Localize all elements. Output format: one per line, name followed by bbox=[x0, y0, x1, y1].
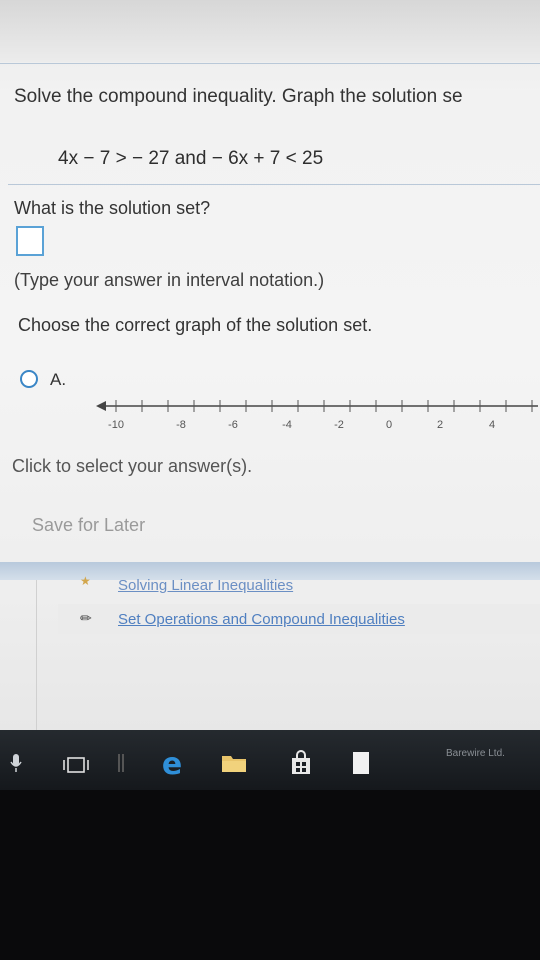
click-to-select-hint: Click to select your answer(s). bbox=[12, 456, 253, 476]
tick-label: -10 bbox=[108, 419, 124, 431]
tick-label: 4 bbox=[489, 419, 495, 431]
tick-label: -2 bbox=[334, 419, 344, 431]
related-link-set-operations[interactable]: Set Operations and Compound Inequalities bbox=[118, 611, 405, 628]
pencil-icon: ✏ bbox=[80, 610, 92, 626]
solution-set-prompt: What is the solution set? bbox=[14, 198, 211, 218]
svg-text:e: e bbox=[162, 748, 182, 778]
graph-prompt: Choose the correct graph of the solution… bbox=[18, 315, 373, 335]
tick-label: 0 bbox=[386, 419, 392, 431]
tick-label: -6 bbox=[228, 419, 238, 431]
answer-input[interactable] bbox=[16, 226, 44, 256]
screen-bezel bbox=[0, 790, 540, 960]
related-link-solving-linear-inequalities[interactable]: Solving Linear Inequalities bbox=[118, 577, 293, 594]
edge-browser-icon[interactable]: e bbox=[155, 748, 189, 778]
answer-format-hint: (Type your answer in interval notation.) bbox=[14, 270, 325, 290]
tick-label: 2 bbox=[437, 419, 443, 431]
document-app-icon[interactable] bbox=[350, 750, 372, 776]
divider bbox=[36, 580, 37, 730]
taskbar-watermark: Barewire Ltd. bbox=[446, 748, 505, 759]
tick-labels: -10 -8 -6 -4 -2 0 2 4 bbox=[108, 419, 495, 431]
save-for-later-button[interactable]: Save for Later bbox=[20, 506, 200, 544]
store-icon[interactable] bbox=[288, 750, 314, 776]
divider bbox=[8, 184, 540, 185]
microphone-icon[interactable] bbox=[8, 752, 24, 774]
arrow-left-icon bbox=[96, 401, 106, 411]
page-header-area bbox=[0, 0, 540, 62]
divider bbox=[0, 63, 540, 64]
task-view-icon[interactable] bbox=[62, 756, 90, 774]
inequality-equation: 4x − 7 > − 27 and − 6x + 7 < 25 bbox=[58, 148, 324, 169]
option-a-radio[interactable] bbox=[20, 370, 38, 388]
option-a-label: A. bbox=[50, 370, 67, 389]
tick-label: -4 bbox=[282, 419, 292, 431]
file-explorer-icon[interactable] bbox=[220, 752, 248, 774]
number-line-option-a[interactable]: -10 -8 -6 -4 -2 0 2 4 bbox=[90, 388, 540, 438]
question-instruction: Solve the compound inequality. Graph the… bbox=[14, 86, 463, 107]
taskbar-separator-icon bbox=[118, 754, 124, 772]
star-icon: ★ bbox=[80, 574, 91, 588]
browser-viewport: Solve the compound inequality. Graph the… bbox=[0, 0, 540, 790]
tick-label: -8 bbox=[176, 419, 186, 431]
